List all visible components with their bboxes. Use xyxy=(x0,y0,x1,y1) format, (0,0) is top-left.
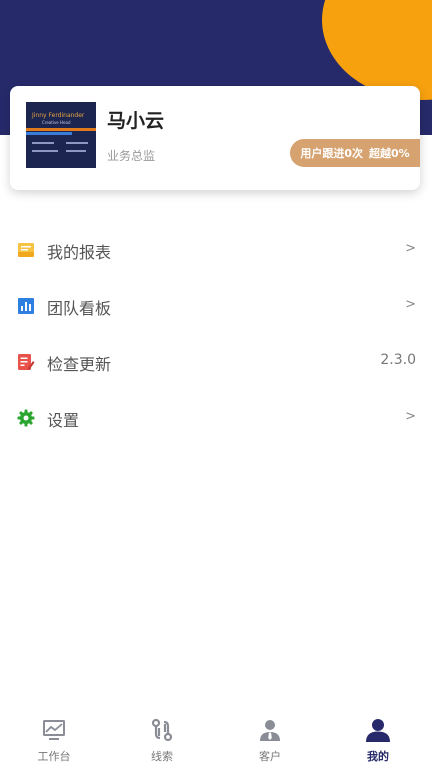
card-line xyxy=(32,142,54,144)
tab-label: 线索 xyxy=(151,750,173,763)
bottom-tab-bar: 工作台 线索 客户 我的 xyxy=(0,708,432,768)
menu-item-my-reports[interactable]: 我的报表 > xyxy=(0,222,432,278)
card-line xyxy=(66,150,86,152)
chevron-right-icon: > xyxy=(405,297,416,312)
card-image-name: Jinny Ferdinander xyxy=(32,112,85,119)
menu-item-check-update[interactable]: 检查更新 2.3.0 xyxy=(0,334,432,390)
profile-screen: Jinny Ferdinander Creative Head 马小云 业务总监… xyxy=(0,0,432,768)
monitor-chart-icon xyxy=(43,720,65,740)
menu-label: 设置 xyxy=(47,411,80,430)
menu-list: 我的报表 > 团队看板 > 检查更新 2.3.0 设置 > xyxy=(0,222,432,446)
card-image-title: Creative Head xyxy=(42,120,71,125)
menu-item-settings[interactable]: 设置 > xyxy=(0,390,432,446)
avatar: Jinny Ferdinander Creative Head xyxy=(26,102,96,168)
card-line xyxy=(66,142,88,144)
menu-label: 检查更新 xyxy=(47,355,112,374)
tab-label: 我的 xyxy=(367,750,389,763)
follow-up-count: 用户跟进0次 xyxy=(300,147,363,160)
menu-label: 我的报表 xyxy=(47,243,112,262)
report-icon xyxy=(18,243,34,257)
tab-leads[interactable]: 线索 xyxy=(108,708,216,768)
edit-document-icon xyxy=(18,354,35,370)
profile-name: 马小云 xyxy=(107,110,165,132)
profile-card[interactable]: Jinny Ferdinander Creative Head 马小云 业务总监… xyxy=(10,86,420,190)
exceed-percent: 超越0% xyxy=(368,147,410,160)
person-tie-icon xyxy=(260,720,280,741)
menu-item-team-board[interactable]: 团队看板 > xyxy=(0,278,432,334)
card-stripe xyxy=(26,128,96,131)
tab-label: 工作台 xyxy=(37,750,71,763)
version-number: 2.3.0 xyxy=(380,352,416,368)
menu-label: 团队看板 xyxy=(47,299,112,318)
tab-label: 客户 xyxy=(259,750,281,763)
accent-circle xyxy=(322,0,432,100)
tab-customers[interactable]: 客户 xyxy=(216,708,324,768)
profile-role: 业务总监 xyxy=(107,149,156,163)
card-line xyxy=(32,150,58,152)
tab-workbench[interactable]: 工作台 xyxy=(0,708,108,768)
card-stripe xyxy=(26,132,72,135)
tab-mine[interactable]: 我的 xyxy=(324,708,432,768)
chevron-right-icon: > xyxy=(405,409,416,424)
gear-icon xyxy=(17,409,35,427)
bar-chart-icon xyxy=(18,298,34,314)
user-icon xyxy=(366,719,390,742)
chevron-right-icon: > xyxy=(405,241,416,256)
stats-badge: 用户跟进0次 超越0% xyxy=(290,139,420,167)
route-icon xyxy=(151,718,173,742)
